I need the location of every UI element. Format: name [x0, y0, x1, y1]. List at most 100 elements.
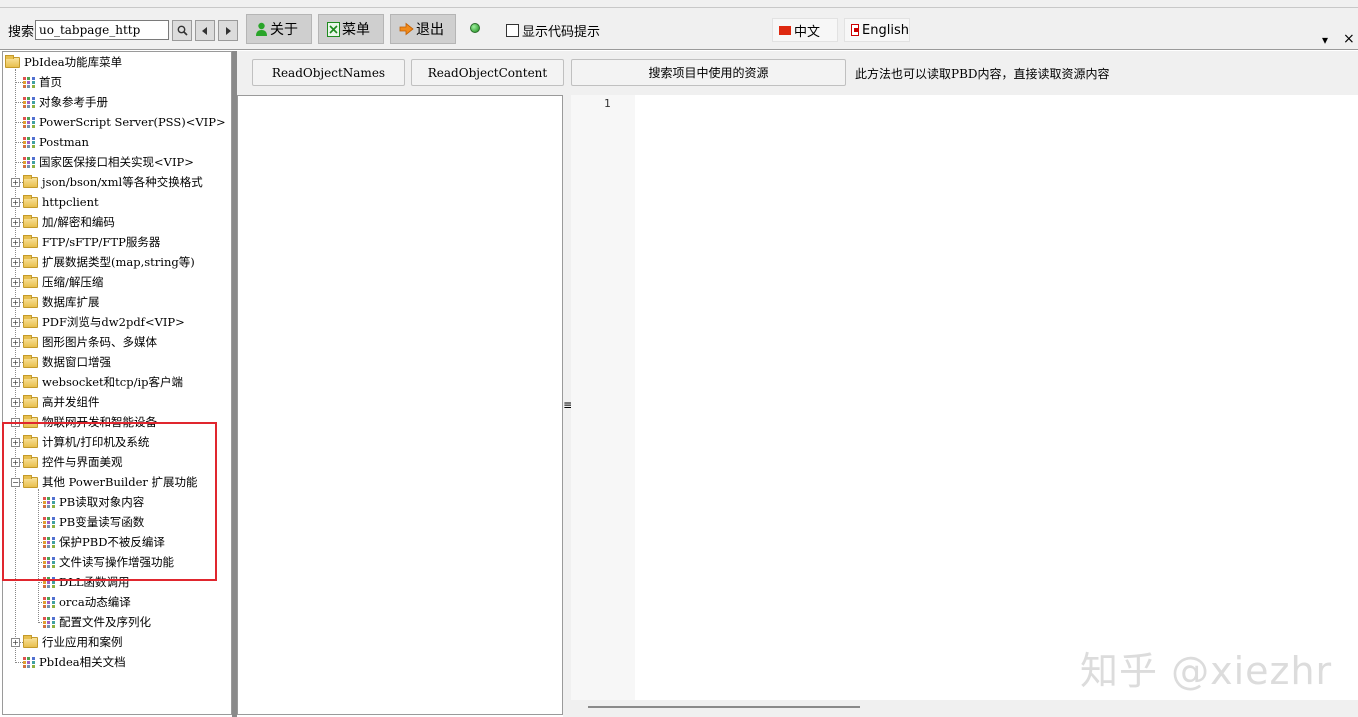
arrow-left-icon [202, 26, 207, 35]
folder-icon [23, 374, 38, 388]
tree-item-label: 配置文件及序列化 [59, 615, 151, 629]
tree-item[interactable]: 图形图片条码、多媒体 [23, 332, 157, 352]
tree-item-label: PowerScript Server(PSS)<VIP> [39, 115, 226, 129]
tree-item[interactable]: 配置文件及序列化 [43, 612, 151, 632]
tree-item[interactable]: 压缩/解压缩 [23, 272, 103, 292]
tree-item[interactable]: httpclient [23, 192, 99, 212]
show-code-hint-checkbox[interactable]: 显示代码提示 [506, 21, 600, 40]
dropdown-icon[interactable]: ▾ [1322, 33, 1328, 47]
expand-icon[interactable]: + [11, 318, 20, 327]
tree-item-label: json/bson/xml等各种交换格式 [42, 175, 203, 189]
tree-item[interactable]: PbIdea相关文档 [23, 652, 126, 672]
tree-item[interactable]: 对象参考手册 [23, 92, 108, 112]
tree-item[interactable]: PDF浏览与dw2pdf<VIP> [23, 312, 185, 332]
tree-item-label: PDF浏览与dw2pdf<VIP> [42, 315, 185, 329]
folder-icon [23, 394, 38, 408]
folder-icon [23, 634, 38, 648]
close-icon[interactable]: × [1343, 31, 1355, 47]
lang-en-button[interactable]: English [844, 18, 910, 42]
tree-item[interactable]: 行业应用和案例 [23, 632, 123, 652]
horizontal-scrollbar[interactable] [571, 700, 1358, 717]
arrow-right-icon [226, 26, 231, 35]
checkbox-box[interactable] [506, 24, 519, 37]
tree-item[interactable]: 国家医保接口相关实现<VIP> [23, 152, 194, 172]
tree-item-label: 压缩/解压缩 [42, 275, 104, 289]
tree-item[interactable]: 加/解密和编码 [23, 212, 115, 232]
tree-item-label: PbIdea相关文档 [39, 655, 126, 669]
object-list[interactable] [237, 95, 563, 715]
search-resources-button[interactable]: 搜索项目中使用的资源 [571, 59, 846, 86]
folder-icon [23, 234, 38, 248]
user-icon [256, 22, 267, 36]
document-grid-icon [23, 156, 35, 168]
line-number: 1 [604, 97, 611, 110]
status-indicator-icon [470, 23, 480, 33]
tree-item[interactable]: 首页 [23, 72, 62, 92]
expand-icon[interactable]: + [11, 278, 20, 287]
expand-icon[interactable]: + [11, 378, 20, 387]
code-editor[interactable] [571, 95, 1358, 700]
china-flag-icon [779, 25, 791, 35]
expand-icon[interactable]: + [11, 198, 20, 207]
lang-en-label: English [862, 22, 909, 38]
search-label: 搜索 [8, 25, 35, 40]
folder-icon [5, 54, 20, 68]
expand-icon[interactable]: + [11, 298, 20, 307]
search-input[interactable] [35, 20, 169, 40]
search-button[interactable] [172, 20, 192, 41]
menu-button[interactable]: 菜单 [318, 14, 384, 44]
exit-label: 退出 [416, 22, 444, 38]
toolbar: 搜索 关于 菜单 退出 显示代码提示 中文 English ▾ × [0, 8, 1358, 50]
tree-connector [15, 142, 23, 143]
tree-item[interactable]: 数据库扩展 [23, 292, 100, 312]
expand-icon[interactable]: + [11, 638, 20, 647]
document-grid-icon [23, 136, 35, 148]
tree-item[interactable]: 高并发组件 [23, 392, 100, 412]
expand-icon[interactable]: + [11, 178, 20, 187]
tree-item-label: 数据窗口增强 [42, 355, 111, 369]
tree-connector [15, 82, 23, 83]
tree-item[interactable]: websocket和tcp/ip客户端 [23, 372, 183, 392]
read-object-content-button[interactable]: ReadObjectContent [411, 59, 564, 86]
next-button[interactable] [218, 20, 238, 41]
expand-icon[interactable]: + [11, 358, 20, 367]
expand-icon[interactable]: + [11, 258, 20, 267]
expand-icon[interactable]: + [11, 398, 20, 407]
expand-icon[interactable]: + [11, 218, 20, 227]
document-grid-icon [43, 616, 55, 628]
tree-item-label: orca动态编译 [59, 595, 131, 609]
title-strip [0, 0, 1358, 8]
exit-button[interactable]: 退出 [390, 14, 456, 44]
tree-item-label: 首页 [39, 75, 62, 89]
lang-cn-label: 中文 [794, 24, 821, 40]
about-label: 关于 [270, 22, 298, 38]
about-button[interactable]: 关于 [246, 14, 312, 44]
tree-item-label: 高并发组件 [42, 395, 100, 409]
highlight-box [2, 422, 217, 581]
tree-item[interactable]: 数据窗口增强 [23, 352, 111, 372]
expand-icon[interactable]: + [11, 238, 20, 247]
tree-item-label: websocket和tcp/ip客户端 [42, 375, 184, 389]
folder-icon [23, 334, 38, 348]
exit-arrow-icon [399, 22, 414, 36]
tree-connector [15, 122, 23, 123]
scrollbar-thumb[interactable] [588, 706, 860, 708]
menu-tree: PbIdea功能库菜单首页对象参考手册 PowerScript Server(PS… [2, 51, 232, 715]
read-object-names-button[interactable]: ReadObjectNames [252, 59, 405, 86]
tree-item[interactable]: orca动态编译 [43, 592, 131, 612]
prev-button[interactable] [195, 20, 215, 41]
folder-icon [23, 254, 38, 268]
expand-icon[interactable]: + [11, 338, 20, 347]
document-grid-icon [23, 116, 35, 128]
tree-root-label: PbIdea功能库菜单 [24, 55, 123, 69]
tree-root[interactable]: PbIdea功能库菜单 [5, 52, 122, 72]
tree-item-label: 对象参考手册 [39, 95, 108, 109]
tree-item[interactable]: PowerScript Server(PSS)<VIP> [23, 112, 226, 132]
tree-item[interactable]: json/bson/xml等各种交换格式 [23, 172, 203, 192]
tree-item[interactable]: Postman [23, 132, 89, 152]
tree-item-label: httpclient [42, 195, 99, 209]
lang-cn-button[interactable]: 中文 [772, 18, 838, 42]
tree-item-label: 国家医保接口相关实现<VIP> [39, 155, 194, 169]
tree-item[interactable]: FTP/sFTP/FTP服务器 [23, 232, 160, 252]
tree-item[interactable]: 扩展数据类型(map,string等) [23, 252, 195, 272]
